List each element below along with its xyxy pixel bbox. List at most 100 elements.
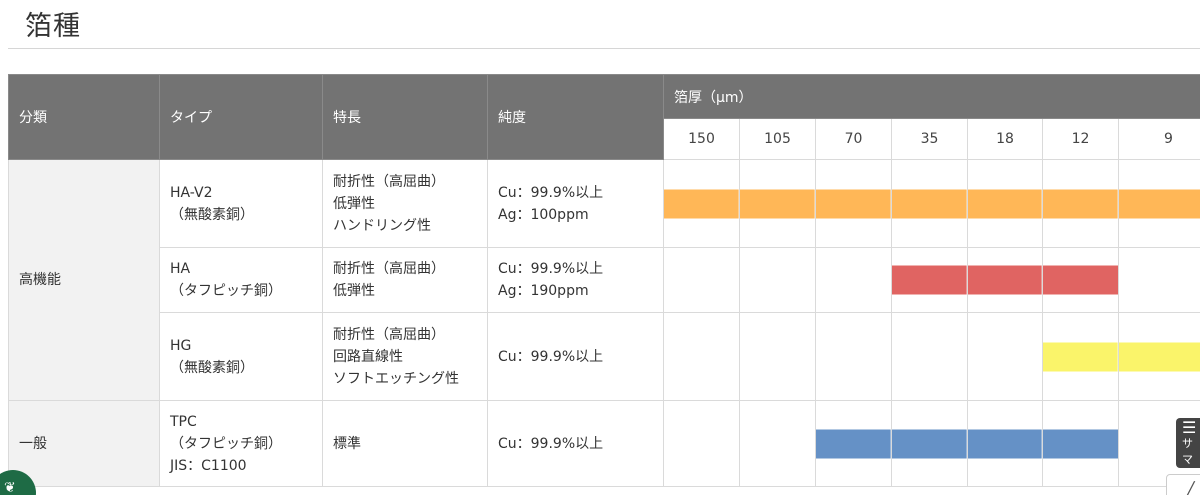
side-scroll-button[interactable]: ╱	[1166, 474, 1200, 495]
thickness-range-bar	[892, 429, 967, 458]
thickness-range-bar	[892, 189, 967, 218]
thickness-range-bar	[816, 429, 891, 458]
thickness-cell	[1117, 312, 1200, 401]
thickness-col-header: 9	[1117, 118, 1200, 160]
thickness-range-bar	[892, 265, 967, 295]
purity-cell: Cu：99.9%以上	[487, 312, 664, 401]
cell-line: 耐折性（高屈曲）	[333, 261, 445, 277]
thickness-cell	[891, 159, 968, 248]
thickness-cell	[967, 159, 1043, 248]
thickness-cell	[1042, 400, 1119, 487]
menu-lines-icon: ☰	[1182, 418, 1197, 437]
thickness-col-header: 70	[815, 118, 892, 160]
table-row: HG （無酸素銅） 耐折性（高屈曲） 回路直線性ソフトエッチング性 Cu：99.9%以上	[9, 312, 1200, 401]
thickness-cell	[663, 312, 740, 401]
thickness-col-header: 105	[739, 118, 816, 160]
cell-line: 低弾性	[333, 283, 375, 299]
feature-cell: 標準	[322, 400, 488, 487]
thickness-cell	[739, 312, 816, 401]
cell-line: HG	[170, 337, 192, 354]
thickness-col-header: 18	[967, 118, 1043, 160]
thickness-cell	[967, 400, 1043, 487]
cell-line: Cu：99.9%以上	[498, 261, 604, 277]
feature-cell: 耐折性（高屈曲） 低弾性	[322, 247, 488, 313]
feature-cell: 耐折性（高屈曲） 回路直線性ソフトエッチング性	[322, 312, 488, 401]
thickness-cell	[891, 247, 968, 313]
thickness-cell	[739, 159, 816, 248]
title-divider	[8, 48, 1200, 49]
foil-type-table: 分類 タイプ 特長 純度 箔厚（μm） 150 105 70 35 18 12 9 高機能 H…	[8, 74, 1200, 487]
thickness-range-bar	[1119, 342, 1200, 371]
cell-line: HA	[170, 261, 191, 277]
cell-line: 標準	[333, 435, 361, 452]
thickness-col-header: 12	[1042, 118, 1119, 160]
thickness-cell	[739, 400, 816, 487]
cell-line: ハンドリング性	[333, 217, 431, 234]
thickness-cell	[967, 247, 1043, 313]
table-body: 高機能 HA-V2 （無酸素銅） 耐折性（高屈曲） 低弾性 ハンドリング性 Cu：99.9%…	[8, 159, 1200, 487]
cell-line: Cu：99.9%以上	[498, 184, 604, 201]
thickness-cell	[1042, 159, 1119, 248]
table-row: HA （タフピッチ銅） 耐折性（高屈曲） 低弾性 Cu：99.9%以上 Ag：190ppm	[9, 247, 1200, 313]
thickness-cell	[815, 247, 892, 313]
table-row: 一般 TPC （タフピッチ銅） JIS：C1100 標準 Cu：99.9%以上	[8, 400, 1200, 487]
cell-line: 回路直線性	[333, 348, 403, 365]
category-cell: 一般	[8, 400, 160, 487]
leaf-icon: ❦	[4, 480, 16, 495]
thickness-range-bar	[664, 189, 739, 218]
thickness-cell	[663, 159, 740, 248]
thickness-cell	[1117, 247, 1200, 313]
thickness-cell	[1042, 312, 1119, 401]
cell-line: 低弾性	[333, 195, 375, 212]
thickness-cell	[1042, 247, 1119, 313]
category-cell: 高機能	[8, 159, 160, 401]
page-title: 箔種	[25, 11, 81, 42]
thickness-cell	[815, 312, 892, 401]
cell-line: Cu：99.9%以上	[498, 435, 604, 452]
thickness-range-bar	[740, 189, 815, 218]
cell-line: Ag：190ppm	[498, 283, 589, 299]
thickness-range-bar	[1043, 429, 1118, 458]
type-cell: HA-V2 （無酸素銅）	[159, 159, 323, 248]
thickness-cell	[891, 312, 968, 401]
cell-line: JIS：C1100	[170, 457, 247, 474]
cell-line: 耐折性（高屈曲）	[333, 326, 445, 343]
feature-cell: 耐折性（高屈曲） 低弾性ハンドリング性	[322, 159, 488, 248]
thickness-range-bar	[1043, 342, 1118, 371]
purity-cell: Cu：99.9%以上	[487, 400, 664, 487]
thickness-col-header: 35	[891, 118, 968, 160]
cell-line: ソフトエッチング性	[333, 370, 459, 387]
type-cell: HA （タフピッチ銅）	[159, 247, 323, 313]
cell-line: （無酸素銅）	[170, 206, 254, 223]
thickness-range-bar	[968, 189, 1042, 218]
cell-line: （タフピッチ銅）	[170, 435, 282, 452]
purity-cell: Cu：99.9%以上 Ag：190ppm	[487, 247, 664, 313]
header-type: タイプ	[159, 74, 323, 160]
header-purity: 純度	[487, 74, 664, 160]
side-tab-label: サマ	[1182, 437, 1193, 466]
thickness-range-bar	[1043, 265, 1118, 295]
thickness-cell	[815, 400, 892, 487]
cell-line: TPC	[170, 413, 197, 430]
cell-line: Ag：100ppm	[498, 206, 589, 223]
purity-cell: Cu：99.9%以上 Ag：100ppm	[487, 159, 664, 248]
thickness-cell	[663, 247, 740, 313]
table-row: 高機能 HA-V2 （無酸素銅） 耐折性（高屈曲） 低弾性 ハンドリング性 Cu：99.9%…	[8, 159, 1200, 401]
thickness-range-bar	[1119, 189, 1200, 218]
type-cell: TPC （タフピッチ銅） JIS：C1100	[159, 400, 323, 487]
cell-line: （タフピッチ銅）	[170, 283, 282, 299]
thickness-cell	[967, 312, 1043, 401]
thickness-cell	[739, 247, 816, 313]
thickness-range-bar	[968, 265, 1042, 295]
cell-line: HA-V2	[170, 184, 213, 201]
side-menu-tab[interactable]: ☰ サマ	[1176, 418, 1200, 468]
header-feature: 特長	[322, 74, 488, 160]
thickness-cell	[1117, 159, 1200, 248]
thickness-range-bar	[968, 429, 1042, 458]
cell-line: Cu：99.9%以上	[498, 348, 604, 365]
header-category: 分類	[8, 74, 160, 160]
thickness-range-bar	[816, 189, 891, 218]
cell-line: 耐折性（高屈曲）	[333, 173, 445, 190]
thickness-cell	[663, 400, 740, 487]
cell-line: （無酸素銅）	[170, 359, 254, 376]
